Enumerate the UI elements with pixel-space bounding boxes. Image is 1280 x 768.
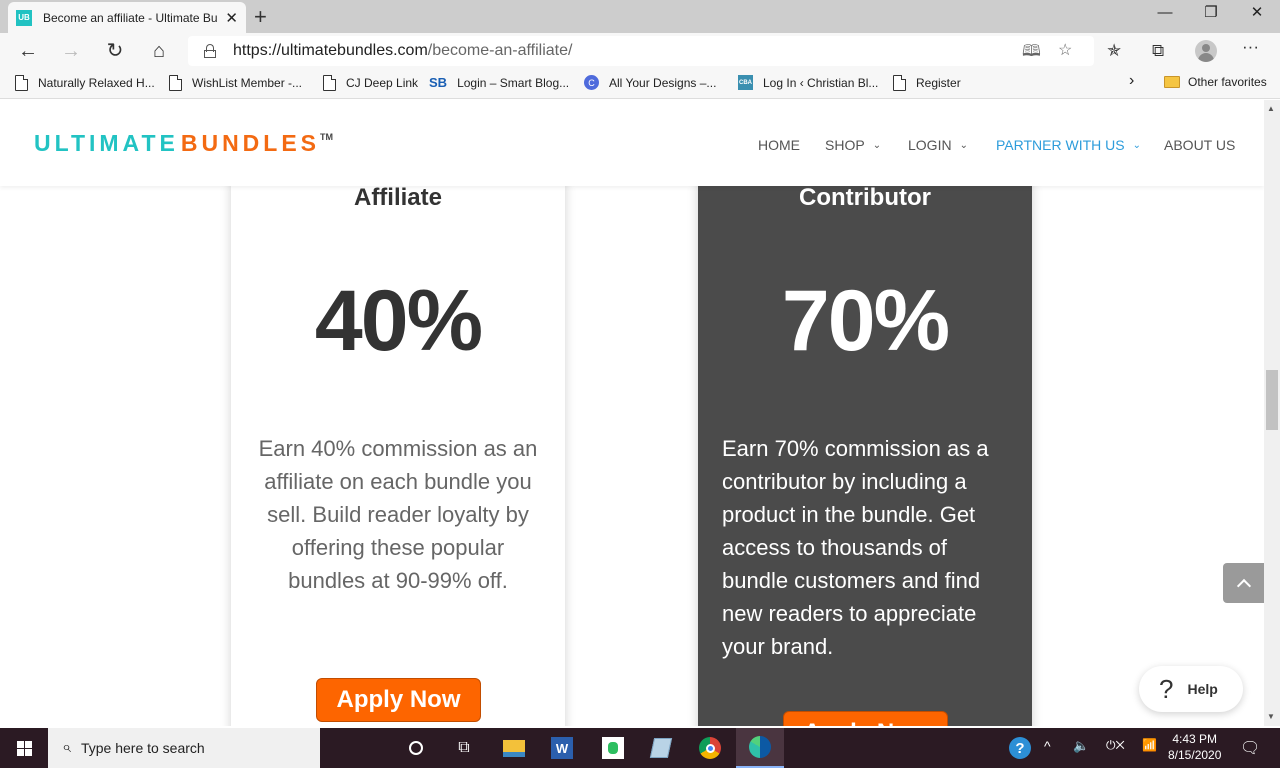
apply-now-affiliate-button[interactable]: Apply Now <box>316 678 481 722</box>
commission-percent: 70% <box>781 273 950 369</box>
browser-tab-active[interactable]: UB Become an affiliate - Ultimate Bu ✕ <box>8 2 246 33</box>
notes-app-icon[interactable] <box>649 736 673 760</box>
card-title: Contributor <box>799 184 931 211</box>
scroll-to-top-button[interactable] <box>1223 563 1264 603</box>
favorites-icon[interactable]: ✯ <box>1107 41 1121 61</box>
scroll-up-arrow-icon[interactable]: ▲ <box>1267 104 1275 113</box>
chrome-icon[interactable] <box>698 736 722 760</box>
new-tab-button[interactable]: + <box>254 4 267 30</box>
help-button[interactable]: ? Help <box>1139 666 1243 712</box>
favorites-overflow-button[interactable]: › <box>1129 72 1134 90</box>
help-tray-icon[interactable]: ? <box>1008 736 1032 760</box>
affiliate-card: Affiliate 40% Earn 40% commission as an … <box>231 180 565 726</box>
card-description: Earn 40% commission as an affiliate on e… <box>258 436 538 593</box>
nav-login[interactable]: LOGIN ⌄ <box>908 137 968 153</box>
folder-icon <box>1164 76 1180 88</box>
chevron-down-icon: ⌄ <box>872 139 882 151</box>
card-title: Affiliate <box>353 184 442 211</box>
browser-toolbar: ← → ↻ ⌂ https://ultimatebundles.com/beco… <box>0 33 1280 69</box>
collections-icon[interactable]: ⧉ <box>1152 41 1164 61</box>
search-icon: ⌕ <box>62 739 71 756</box>
minimize-button[interactable]: — <box>1142 2 1188 24</box>
read-aloud-icon[interactable]: 🕮 <box>1022 40 1041 67</box>
help-label: Help <box>1187 681 1218 697</box>
word-icon[interactable]: W <box>550 736 574 760</box>
tab-title: Become an affiliate - Ultimate Bu <box>43 10 218 25</box>
favorite-item[interactable]: CBA Log In ‹ Christian Bl... <box>738 75 878 90</box>
system-clock[interactable]: 4:43 PM 8/15/2020 <box>1168 731 1221 763</box>
browser-tab-strip: UB Become an affiliate - Ultimate Bu ✕ +… <box>0 0 1280 33</box>
windows-logo-icon <box>16 740 32 756</box>
battery-icon[interactable]: ⏻✕ <box>1106 738 1125 753</box>
cortana-icon[interactable] <box>404 736 428 760</box>
favorite-item[interactable]: C All Your Designs –... <box>584 75 716 90</box>
start-button[interactable] <box>0 728 48 768</box>
page-icon <box>169 75 182 91</box>
evernote-icon[interactable] <box>601 736 625 760</box>
tab-close-icon[interactable]: ✕ <box>225 9 238 27</box>
wifi-icon[interactable]: 📶 <box>1142 738 1157 752</box>
site-favicon-icon: UB <box>16 9 32 26</box>
page-icon <box>323 75 336 91</box>
search-placeholder: Type here to search <box>80 740 205 756</box>
page-icon <box>15 75 28 91</box>
show-hidden-icons-chevron[interactable]: ^ <box>1044 738 1051 754</box>
add-favorite-icon[interactable]: ☆ <box>1058 40 1072 60</box>
windows-taskbar: ⌕ Type here to search ⧉ W ? ^ 🔈 ⏻✕ 📶 4:4… <box>0 728 1280 768</box>
page-icon <box>893 75 906 91</box>
clock-time: 4:43 PM <box>1172 732 1218 746</box>
scrollbar-thumb[interactable] <box>1266 370 1278 430</box>
back-button[interactable]: ← <box>14 38 42 64</box>
favorites-bar: Naturally Relaxed H... WishList Member -… <box>0 69 1280 99</box>
favorite-item[interactable]: CJ Deep Link <box>323 75 418 91</box>
restore-button[interactable]: ❐ <box>1188 2 1234 24</box>
site-header: ULTIMATEBUNDLESTM HOME SHOP ⌄ LOGIN ⌄ PART… <box>0 100 1264 186</box>
file-explorer-icon[interactable] <box>502 736 526 760</box>
commission-percent: 40% <box>314 273 483 369</box>
contributor-card: Contributor 70% Earn 70% commission as a… <box>698 180 1032 726</box>
forward-button[interactable]: → <box>57 38 85 64</box>
notifications-icon[interactable]: 🗨 <box>1240 738 1260 758</box>
edge-icon[interactable] <box>736 728 784 768</box>
other-favorites[interactable]: Other favorites <box>1164 75 1267 89</box>
taskbar-search[interactable]: ⌕ Type here to search <box>48 728 320 768</box>
more-menu-icon[interactable]: ··· <box>1242 37 1259 57</box>
volume-icon[interactable]: 🔈 <box>1073 738 1089 754</box>
nav-about-us[interactable]: ABOUT US <box>1164 137 1235 153</box>
url-text[interactable]: https://ultimatebundles.com/become-an-af… <box>233 42 572 60</box>
web-page: ULTIMATEBUNDLESTM HOME SHOP ⌄ LOGIN ⌄ PART… <box>0 100 1264 726</box>
nav-shop[interactable]: SHOP ⌄ <box>825 137 881 153</box>
cba-site-icon: CBA <box>738 75 753 90</box>
favorite-item[interactable]: SB Login – Smart Blog... <box>429 75 569 90</box>
task-view-icon[interactable]: ⧉ <box>452 736 476 760</box>
close-window-button[interactable]: ✕ <box>1234 2 1280 24</box>
nav-home[interactable]: HOME <box>758 137 800 153</box>
favorite-item[interactable]: Register <box>893 75 961 91</box>
clock-date: 8/15/2020 <box>1168 748 1222 762</box>
site-logo[interactable]: ULTIMATEBUNDLESTM <box>34 130 333 157</box>
chevron-down-icon: ⌄ <box>959 139 968 151</box>
question-icon: ? <box>1159 673 1174 704</box>
scroll-down-arrow-icon[interactable]: ▼ <box>1267 712 1275 721</box>
smart-blog-icon: SB <box>429 75 448 90</box>
chevron-up-icon <box>1236 578 1251 593</box>
nav-partner-with-us[interactable]: PARTNER WITH US ⌄ <box>996 137 1141 153</box>
profile-avatar[interactable] <box>1195 40 1217 62</box>
card-description: Earn 70% commission as a contributor by … <box>722 436 989 659</box>
home-button[interactable]: ⌂ <box>145 38 173 64</box>
address-bar[interactable]: https://ultimatebundles.com/become-an-af… <box>188 36 1094 66</box>
chevron-down-icon: ⌄ <box>1132 139 1141 151</box>
c-site-icon: C <box>584 75 599 90</box>
page-scrollbar[interactable]: ▲ ▼ <box>1264 100 1280 726</box>
apply-now-contributor-button[interactable]: Apply Now <box>783 711 948 726</box>
lock-icon[interactable] <box>204 44 216 58</box>
favorite-item[interactable]: WishList Member -... <box>169 75 302 91</box>
refresh-button[interactable]: ↻ <box>101 38 129 64</box>
favorite-item[interactable]: Naturally Relaxed H... <box>15 75 155 91</box>
